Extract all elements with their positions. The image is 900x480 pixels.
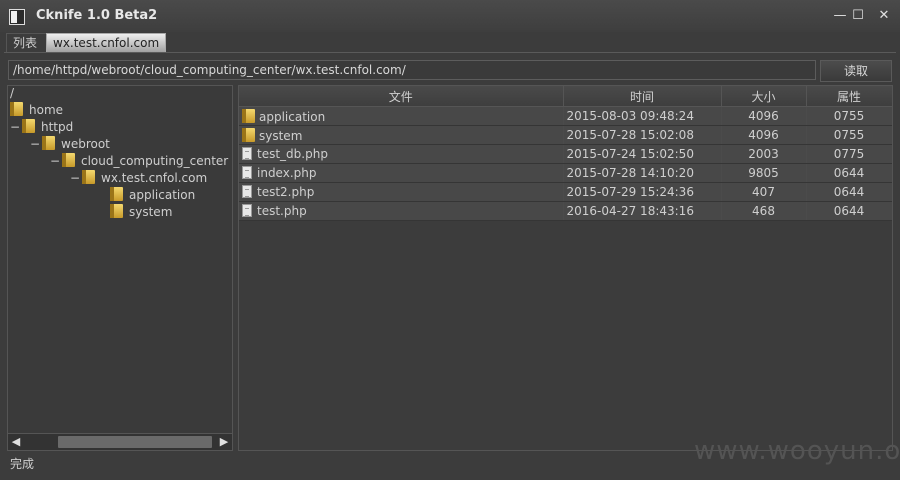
file-name-cell[interactable]: test.php bbox=[239, 201, 564, 221]
file-attr: 0755 bbox=[806, 106, 892, 126]
scroll-left-icon[interactable]: ◀ bbox=[8, 434, 24, 450]
column-header-name[interactable]: 文件 bbox=[239, 86, 564, 107]
file-name-cell[interactable]: test_db.php bbox=[239, 144, 564, 164]
tree-toggle-icon[interactable]: − bbox=[70, 170, 82, 187]
tree-node[interactable]: − webroot bbox=[30, 136, 110, 153]
tab-list[interactable]: 列表 bbox=[6, 33, 50, 53]
table-row[interactable]: system 2015-07-28 15:02:08 4096 0755 bbox=[239, 125, 892, 145]
column-header-size[interactable]: 大小 bbox=[721, 86, 807, 107]
title-bar: Cknife 1.0 Beta2 — ☐ ✕ bbox=[0, 0, 900, 32]
table-row[interactable]: test2.php 2015-07-29 15:24:36 407 0644 bbox=[239, 182, 892, 202]
folder-icon bbox=[242, 108, 255, 123]
folder-icon bbox=[10, 102, 23, 116]
file-name: index.php bbox=[257, 166, 317, 180]
file-name-cell[interactable]: test2.php bbox=[239, 182, 564, 202]
tree-toggle-icon[interactable]: − bbox=[10, 119, 22, 136]
tree-node-label: home bbox=[29, 103, 64, 117]
tab-site[interactable]: wx.test.cnfol.com bbox=[46, 33, 166, 53]
file-name: application bbox=[259, 109, 326, 124]
status-text: 完成 bbox=[10, 457, 35, 471]
table-row[interactable]: index.php 2015-07-28 14:10:20 9805 0644 bbox=[239, 163, 892, 183]
maximize-icon[interactable]: ☐ bbox=[850, 8, 866, 24]
file-size: 9805 bbox=[721, 163, 807, 183]
column-header-attr[interactable]: 属性 bbox=[806, 86, 892, 107]
file-name-cell[interactable]: index.php bbox=[239, 163, 564, 183]
tree-node-label: cloud_computing_center bbox=[81, 154, 229, 168]
tree-node-label: webroot bbox=[61, 137, 110, 151]
file-attr: 0644 bbox=[806, 201, 892, 221]
file-name: test_db.php bbox=[257, 147, 328, 161]
table-row[interactable]: test_db.php 2015-07-24 15:02:50 2003 0775 bbox=[239, 144, 892, 164]
window-title: Cknife 1.0 Beta2 bbox=[36, 8, 158, 23]
folder-icon bbox=[62, 153, 75, 167]
file-icon bbox=[242, 147, 252, 160]
tree-node-label: system bbox=[129, 205, 173, 219]
file-attr: 0755 bbox=[806, 125, 892, 145]
file-time: 2015-07-28 15:02:08 bbox=[563, 125, 722, 145]
tree-node[interactable]: home bbox=[10, 102, 63, 119]
close-icon[interactable]: ✕ bbox=[876, 8, 892, 24]
tree-node[interactable]: − httpd bbox=[10, 119, 73, 136]
tree-node[interactable]: system bbox=[90, 204, 172, 221]
minimize-icon[interactable]: — bbox=[832, 8, 848, 24]
file-name: test2.php bbox=[257, 185, 315, 199]
table-row[interactable]: test.php 2016-04-27 18:43:16 468 0644 bbox=[239, 201, 892, 221]
tree-root[interactable]: / bbox=[10, 86, 14, 100]
tree-node-label: httpd bbox=[41, 120, 74, 134]
file-name: system bbox=[259, 128, 303, 143]
tree-node[interactable]: application bbox=[90, 187, 195, 204]
folder-icon bbox=[110, 187, 123, 201]
folder-icon bbox=[242, 127, 255, 142]
tab-divider bbox=[4, 52, 896, 53]
directory-tree: / home − httpd − webroot − cloud_computing_cen… bbox=[7, 85, 233, 451]
file-attr: 0644 bbox=[806, 182, 892, 202]
file-icon bbox=[242, 185, 252, 198]
file-time: 2015-07-29 15:24:36 bbox=[563, 182, 722, 202]
app-icon bbox=[9, 9, 25, 25]
file-size: 4096 bbox=[721, 106, 807, 126]
file-time: 2016-04-27 18:43:16 bbox=[563, 201, 722, 221]
tree-toggle-icon[interactable]: − bbox=[30, 136, 42, 153]
tree-node-label: wx.test.cnfol.com bbox=[101, 171, 208, 185]
tree-horizontal-scrollbar[interactable]: ◀ ▶ bbox=[8, 433, 232, 450]
file-size: 407 bbox=[721, 182, 807, 202]
file-time: 2015-08-03 09:48:24 bbox=[563, 106, 722, 126]
file-table: 文件 时间 大小 属性 application 2015-08-03 09:48:… bbox=[239, 86, 892, 221]
table-row[interactable]: application 2015-08-03 09:48:24 4096 0755 bbox=[239, 106, 892, 126]
file-time: 2015-07-28 14:10:20 bbox=[563, 163, 722, 183]
scroll-thumb[interactable] bbox=[58, 436, 212, 448]
file-size: 4096 bbox=[721, 125, 807, 145]
file-time: 2015-07-24 15:02:50 bbox=[563, 144, 722, 164]
folder-icon bbox=[110, 204, 123, 218]
file-name-cell[interactable]: application bbox=[239, 106, 564, 126]
file-icon bbox=[242, 204, 252, 217]
file-name: test.php bbox=[257, 204, 307, 218]
read-button[interactable]: 读取 bbox=[820, 60, 892, 82]
folder-icon bbox=[82, 170, 95, 184]
scroll-right-icon[interactable]: ▶ bbox=[216, 434, 232, 450]
folder-icon bbox=[42, 136, 55, 150]
file-attr: 0644 bbox=[806, 163, 892, 183]
file-table-header: 文件 时间 大小 属性 bbox=[239, 86, 892, 107]
file-list: 文件 时间 大小 属性 application 2015-08-03 09:48:… bbox=[238, 85, 893, 451]
tree-node[interactable]: − cloud_computing_center bbox=[50, 153, 228, 170]
file-size: 468 bbox=[721, 201, 807, 221]
tree-toggle-icon[interactable]: − bbox=[50, 153, 62, 170]
column-header-time[interactable]: 时间 bbox=[563, 86, 722, 107]
path-input[interactable] bbox=[8, 60, 816, 80]
watermark: www.wooyun.org bbox=[694, 436, 900, 466]
folder-icon bbox=[22, 119, 35, 133]
tree-node[interactable]: − wx.test.cnfol.com bbox=[70, 170, 207, 187]
file-attr: 0775 bbox=[806, 144, 892, 164]
file-icon bbox=[242, 166, 252, 179]
file-size: 2003 bbox=[721, 144, 807, 164]
file-name-cell[interactable]: system bbox=[239, 125, 564, 145]
tree-node-label: application bbox=[129, 188, 196, 202]
